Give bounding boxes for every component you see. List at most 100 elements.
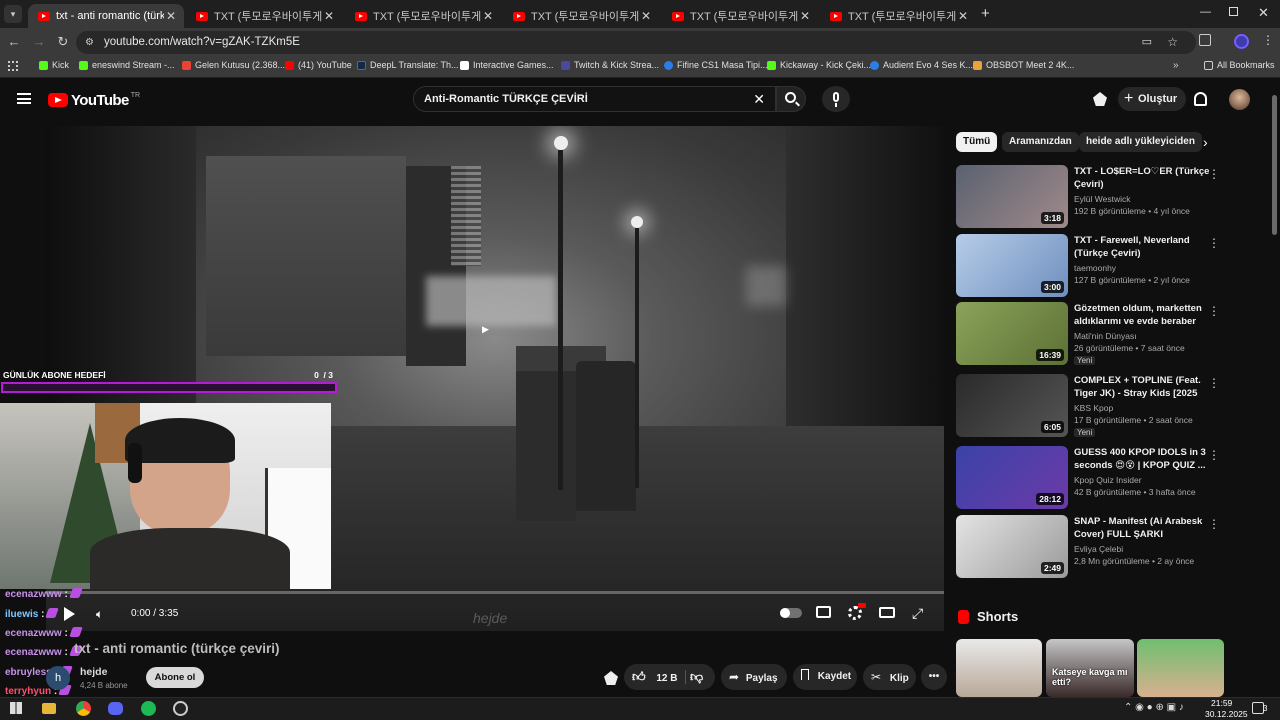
spotify-icon[interactable] [141, 701, 156, 716]
tab-search-button[interactable]: ▾ [4, 5, 22, 23]
more-vertical-icon[interactable]: ⋮ [1208, 167, 1220, 181]
chip-all[interactable]: Tümü [956, 132, 998, 152]
channel-name[interactable]: hejde [80, 666, 107, 678]
subtitles-icon[interactable] [816, 606, 831, 618]
all-bookmarks[interactable]: All Bookmarks [1204, 60, 1275, 70]
search-button[interactable] [776, 86, 806, 112]
clip-button[interactable]: ✂ Klip [863, 664, 916, 690]
bookmark-item[interactable]: Kick [39, 60, 69, 70]
channel-avatar[interactable]: h [46, 666, 70, 690]
chip-from-search[interactable]: Aramanızdan [1002, 132, 1079, 152]
reload-icon[interactable]: ↻ [55, 34, 71, 50]
browser-tab[interactable]: TXT (투모로우바이투게더) '0X1✕ [662, 4, 818, 28]
tab-close-icon[interactable]: ✕ [639, 9, 653, 23]
obs-icon[interactable] [173, 701, 188, 716]
short-thumbnail[interactable]: Katseye kavga mı etti? [1046, 639, 1134, 697]
short-thumbnail[interactable] [1137, 639, 1224, 697]
video-progress-bar[interactable] [46, 591, 944, 594]
subscribe-button[interactable]: Abone ol [146, 667, 204, 688]
more-actions-button[interactable]: ••• [921, 664, 947, 690]
address-bar[interactable]: ⚙ youtube.com/watch?v=gZAK-TZKm5E ▭ ☆ [76, 31, 1196, 54]
settings-gear-icon[interactable] [848, 606, 862, 620]
window-close-icon[interactable]: ✕ [1258, 5, 1269, 21]
fullscreen-icon[interactable]: ⤢ [912, 605, 923, 622]
page-scrollbar[interactable] [1272, 95, 1277, 235]
share-button[interactable]: ➦ Paylaş [721, 664, 787, 690]
browser-tab[interactable]: TXT (투모로우바이투게더) 'Goo✕ [820, 4, 976, 28]
autoplay-toggle[interactable] [780, 608, 802, 618]
dislike-button[interactable]: 👎︎ [690, 664, 703, 690]
video-thumbnail[interactable]: 6:05 [956, 374, 1068, 437]
menu-icon[interactable] [17, 93, 31, 104]
chrome-icon[interactable] [76, 701, 91, 716]
tab-close-icon[interactable]: ✕ [322, 9, 336, 23]
save-button[interactable]: Kaydet [793, 664, 857, 690]
windows-start-icon[interactable] [10, 702, 22, 714]
voice-search-button[interactable] [822, 86, 850, 112]
bookmark-item[interactable]: Gelen Kutusu (2.368... [182, 60, 285, 70]
creator-icon[interactable] [604, 671, 618, 685]
chevron-right-icon[interactable]: › [1203, 134, 1208, 150]
youtube-logo[interactable]: YouTube TR [48, 91, 140, 109]
site-info-icon[interactable]: ⚙ [85, 31, 94, 54]
related-video[interactable]: 6:05 COMPLEX + TOPLINE (Feat. Tiger JK) … [956, 374, 1226, 438]
related-video[interactable]: 16:39 Gözetmen oldum, marketten aldıklar… [956, 302, 1226, 366]
restore-icon[interactable] [1229, 7, 1238, 16]
more-vertical-icon[interactable]: ⋮ [1208, 376, 1220, 390]
creator-studio-icon[interactable] [1093, 92, 1107, 106]
new-tab-icon[interactable]: + [981, 5, 990, 22]
browser-menu-icon[interactable]: ⋮ [1262, 33, 1274, 47]
bookmark-item[interactable]: (41) YouTube [285, 60, 352, 70]
search-input[interactable]: Anti-Romantic TÜRKÇE ÇEVİRİ ✕ [413, 86, 776, 112]
play-button[interactable] [64, 607, 75, 621]
file-explorer-icon[interactable] [42, 703, 56, 714]
browser-tab[interactable]: txt - anti romantic (türkçe çeviri✕ [28, 4, 184, 28]
more-vertical-icon[interactable]: ⋮ [1208, 448, 1220, 462]
bookmark-item[interactable]: Interactive Games... [460, 60, 554, 70]
volume-icon[interactable]: 🔈︎ [96, 607, 103, 622]
clear-search-icon[interactable]: ✕ [753, 87, 765, 111]
tab-close-icon[interactable]: ✕ [481, 9, 495, 23]
account-avatar[interactable] [1229, 89, 1250, 110]
extensions-icon[interactable] [1199, 34, 1211, 46]
like-button[interactable]: 👍︎ 12 B [632, 664, 682, 692]
bookmark-item[interactable]: Audient Evo 4 Ses K... [870, 60, 973, 70]
cast-icon[interactable]: ▭ [1142, 31, 1152, 54]
more-vertical-icon[interactable]: ⋮ [1208, 236, 1220, 250]
bookmark-item[interactable]: Fifine CS1 Masa Tipi... [664, 60, 768, 70]
bookmark-item[interactable]: OBSBOT Meet 2 4K... [973, 60, 1074, 70]
bookmark-item[interactable]: eneswind Stream -... [79, 60, 175, 70]
video-thumbnail[interactable]: 16:39 [956, 302, 1068, 365]
video-thumbnail[interactable]: 28:12 [956, 446, 1068, 509]
tray-icons[interactable]: ⌃ ◉ ● ⊕ ▣ ♪ [1124, 702, 1184, 713]
video-thumbnail[interactable]: 3:00 [956, 234, 1068, 297]
tab-close-icon[interactable]: ✕ [164, 9, 178, 23]
more-bookmarks-icon[interactable]: » [1173, 60, 1179, 71]
browser-tab[interactable]: TXT (투모로우바이투게더) 'Sug✕ [503, 4, 659, 28]
bookmark-item[interactable]: Twitch & Kick Strea... [561, 60, 659, 70]
theater-mode-icon[interactable] [879, 607, 895, 618]
bookmark-item[interactable]: Kickaway - Kick Çeki... [767, 60, 871, 70]
tab-close-icon[interactable]: ✕ [956, 9, 970, 23]
create-button[interactable]: + Oluştur [1118, 87, 1186, 111]
apps-grid-icon[interactable] [8, 61, 18, 71]
back-icon[interactable]: ← [6, 34, 22, 50]
related-video[interactable]: 2:49 SNAP - Manifest (Ai Arabesk Cover) … [956, 515, 1226, 579]
chip-from-uploader[interactable]: heide adlı yükleyiciden [1079, 132, 1202, 152]
short-thumbnail[interactable] [956, 639, 1042, 697]
browser-tab[interactable]: TXT (투모로우바이투게더) 'LO$✕ [186, 4, 342, 28]
related-video[interactable]: 3:00 TXT - Farewell, Neverland (Türkçe Ç… [956, 234, 1226, 298]
profile-avatar[interactable] [1234, 34, 1249, 49]
bookmark-star-icon[interactable]: ☆ [1167, 31, 1178, 54]
minimize-icon[interactable]: — [1200, 6, 1211, 18]
more-vertical-icon[interactable]: ⋮ [1208, 304, 1220, 318]
related-video[interactable]: 3:18 TXT - LO$ER=LO♡ER (Türkçe Çeviri) E… [956, 165, 1226, 229]
tab-close-icon[interactable]: ✕ [798, 9, 812, 23]
discord-icon[interactable] [108, 702, 123, 715]
related-video[interactable]: 28:12 GUESS 400 KPOP IDOLS in 3 seconds … [956, 446, 1226, 510]
bookmark-item[interactable]: DeepL Translate: Th... [357, 60, 459, 70]
browser-tab[interactable]: TXT (투모로우바이투게더), Anti✕ [345, 4, 501, 28]
video-thumbnail[interactable]: 2:49 [956, 515, 1068, 578]
video-thumbnail[interactable]: 3:18 [956, 165, 1068, 228]
forward-icon[interactable]: → [31, 34, 47, 50]
